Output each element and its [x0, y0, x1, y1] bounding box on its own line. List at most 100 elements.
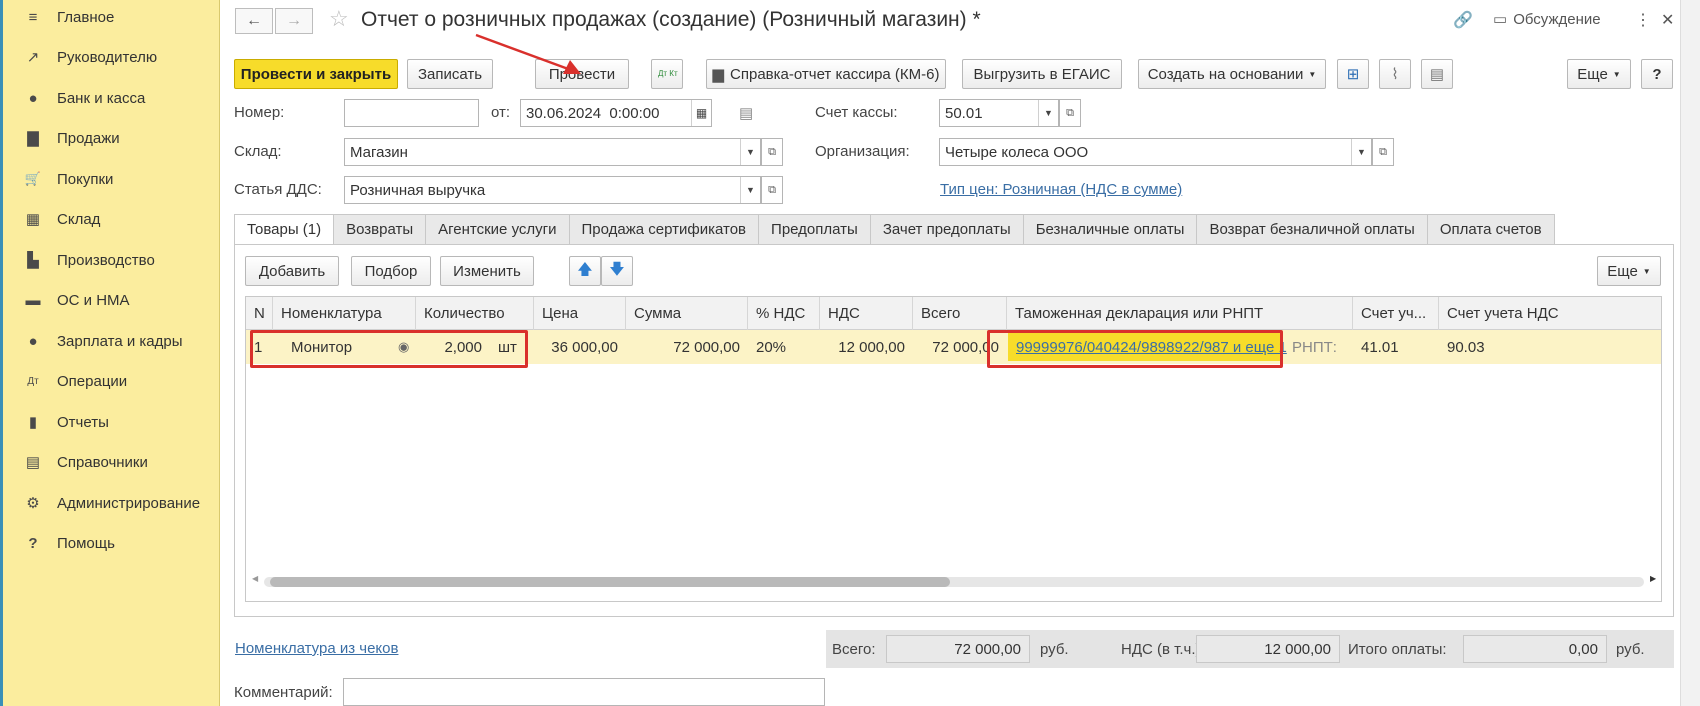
- sidebar-item-main[interactable]: ≡ Главное: [0, 0, 218, 34]
- create-based-on-button[interactable]: Создать на основании ▼: [1138, 59, 1326, 89]
- pick-button[interactable]: Подбор: [351, 256, 431, 286]
- chevron-down-icon[interactable]: ▼: [1038, 100, 1058, 126]
- tab-agent-services[interactable]: Агентские услуги: [426, 214, 570, 245]
- tab-prepayments[interactable]: Предоплаты: [759, 214, 871, 245]
- tab-bar: Товары (1) Возвраты Агентские услуги Про…: [234, 214, 1555, 245]
- list-icon[interactable]: ▤: [1421, 59, 1453, 89]
- total-label: Всего:: [832, 640, 876, 658]
- date-from-label: от:: [491, 104, 511, 121]
- column-header-account[interactable]: Счет уч...: [1353, 297, 1439, 330]
- post-and-close-button[interactable]: Провести и закрыть: [234, 59, 398, 89]
- column-header-vat-rate[interactable]: % НДС: [748, 297, 820, 330]
- close-icon[interactable]: ✕: [1661, 10, 1674, 30]
- cell-price[interactable]: 36 000,00: [534, 330, 626, 364]
- column-header-customs[interactable]: Таможенная декларация или РНПТ: [1007, 297, 1353, 330]
- column-header-price[interactable]: Цена: [534, 297, 626, 330]
- tab-certificate-sales[interactable]: Продажа сертификатов: [569, 214, 760, 245]
- sidebar-item-bank[interactable]: ● Банк и касса: [0, 81, 218, 115]
- cell-vat-rate[interactable]: 20%: [748, 330, 820, 364]
- back-button[interactable]: ←: [235, 8, 273, 34]
- person-icon: ●: [28, 332, 38, 350]
- table-more-button[interactable]: Еще ▼: [1597, 256, 1661, 286]
- sidebar-item-sales[interactable]: ▇ Продажи: [0, 121, 218, 155]
- table-header: N Номенклатура Количество Цена Сумма % Н…: [246, 297, 1661, 330]
- help-button[interactable]: ?: [1641, 59, 1673, 89]
- open-warehouse-button[interactable]: ⧉: [761, 138, 783, 166]
- column-header-item[interactable]: Номенклатура: [273, 297, 416, 330]
- add-row-button[interactable]: Добавить: [245, 256, 339, 286]
- horizontal-scrollbar[interactable]: [264, 577, 1644, 587]
- tab-cashless-payments[interactable]: Безналичные оплаты: [1023, 214, 1198, 245]
- chevron-down-icon[interactable]: ▼: [740, 177, 760, 203]
- column-header-total[interactable]: Всего: [913, 297, 1007, 330]
- organization-select[interactable]: Четыре колеса ООО ▼: [939, 138, 1372, 166]
- sidebar-item-label: Главное: [57, 8, 115, 26]
- paperclip-icon[interactable]: ⌇: [1379, 59, 1411, 89]
- move-down-icon[interactable]: 🡇: [601, 256, 633, 286]
- notes-icon[interactable]: ▤: [739, 104, 753, 122]
- structure-icon[interactable]: ⊞: [1337, 59, 1369, 89]
- cell-sum[interactable]: 72 000,00: [626, 330, 748, 364]
- sidebar-item-help[interactable]: ? Помощь: [0, 526, 218, 560]
- column-header-sum[interactable]: Сумма: [626, 297, 748, 330]
- vat-total-value: 12 000,00: [1196, 635, 1340, 663]
- sidebar-item-label: Справочники: [57, 453, 148, 471]
- help-icon: ?: [28, 534, 38, 552]
- more-button[interactable]: Еще ▼: [1567, 59, 1631, 89]
- tab-invoice-payments[interactable]: Оплата счетов: [1427, 214, 1555, 245]
- comment-input[interactable]: [343, 678, 825, 706]
- calendar-icon[interactable]: ▦: [691, 100, 711, 126]
- open-dds-button[interactable]: ⧉: [761, 176, 783, 204]
- scrollbar-thumb[interactable]: [270, 577, 950, 587]
- dds-select[interactable]: Розничная выручка ▼: [344, 176, 761, 204]
- date-input[interactable]: 30.06.2024 0:00:00 ▦: [520, 99, 712, 127]
- sidebar-item-purchases[interactable]: 🛒 Покупки: [0, 162, 218, 196]
- report-km6-button[interactable]: ▆ Справка-отчет кассира (КМ-6): [706, 59, 946, 89]
- sidebar-item-label: Зарплата и кадры: [57, 332, 183, 350]
- highlight-box-customs: [987, 330, 1283, 368]
- open-cash-account-button[interactable]: ⧉: [1059, 99, 1081, 127]
- cash-account-select[interactable]: 50.01 ▼: [939, 99, 1059, 127]
- sidebar-item-directories[interactable]: ▤ Справочники: [0, 445, 218, 479]
- document-form: ← → ☆ Отчет о розничных продажах (создан…: [221, 0, 1680, 706]
- sidebar-item-operations[interactable]: Дт Операции: [0, 364, 218, 398]
- scroll-left-icon[interactable]: ◀: [252, 574, 258, 583]
- move-up-icon[interactable]: 🡅: [569, 256, 601, 286]
- sidebar-item-production[interactable]: ▙ Производство: [0, 243, 218, 277]
- column-header-qty[interactable]: Количество: [416, 297, 534, 330]
- warehouse-select[interactable]: Магазин ▼: [344, 138, 761, 166]
- column-header-n[interactable]: N: [246, 297, 273, 330]
- tab-cashless-refund[interactable]: Возврат безналичной оплаты: [1197, 214, 1428, 245]
- discussion-button[interactable]: ▭ Обсуждение: [1493, 10, 1601, 29]
- sidebar-item-salary[interactable]: ● Зарплата и кадры: [0, 324, 218, 358]
- scroll-right-icon[interactable]: ▶: [1650, 574, 1656, 583]
- price-type-link[interactable]: Тип цен: Розничная (НДС в сумме): [940, 181, 1182, 198]
- tab-returns[interactable]: Возвраты: [334, 214, 427, 245]
- checks-nomenclature-link[interactable]: Номенклатура из чеков: [235, 640, 398, 657]
- egais-export-button[interactable]: Выгрузить в ЕГАИС: [962, 59, 1122, 89]
- tab-prepayment-offset[interactable]: Зачет предоплаты: [870, 214, 1024, 245]
- sidebar-item-assets[interactable]: ▬ ОС и НМА: [0, 283, 218, 317]
- more-label: Еще: [1577, 65, 1608, 83]
- highlight-box-item: [250, 330, 528, 368]
- cell-account[interactable]: 41.01: [1353, 330, 1439, 364]
- sidebar-item-admin[interactable]: ⚙ Администрирование: [0, 486, 218, 520]
- favorite-star-icon[interactable]: ☆: [329, 6, 349, 32]
- chevron-down-icon[interactable]: ▼: [1351, 139, 1371, 165]
- tab-goods[interactable]: Товары (1): [234, 214, 335, 245]
- more-menu-icon[interactable]: ⋮: [1635, 10, 1651, 30]
- sidebar-item-manager[interactable]: ↗ Руководителю: [0, 40, 218, 74]
- edit-button[interactable]: Изменить: [440, 256, 534, 286]
- link-icon[interactable]: 🔗: [1453, 10, 1473, 30]
- chevron-down-icon[interactable]: ▼: [740, 139, 760, 165]
- column-header-vat[interactable]: НДС: [820, 297, 913, 330]
- cell-vat[interactable]: 12 000,00: [820, 330, 913, 364]
- sidebar-item-warehouse[interactable]: ▦ Склад: [0, 202, 218, 236]
- sidebar-item-reports[interactable]: ▮ Отчеты: [0, 405, 218, 439]
- dt-kt-button[interactable]: Дт Кт: [651, 59, 683, 89]
- forward-button[interactable]: →: [275, 8, 313, 34]
- cell-vat-account[interactable]: 90.03: [1439, 330, 1661, 364]
- open-organization-button[interactable]: ⧉: [1372, 138, 1394, 166]
- column-header-vat-account[interactable]: Счет учета НДС: [1439, 297, 1661, 330]
- number-input[interactable]: [344, 99, 479, 127]
